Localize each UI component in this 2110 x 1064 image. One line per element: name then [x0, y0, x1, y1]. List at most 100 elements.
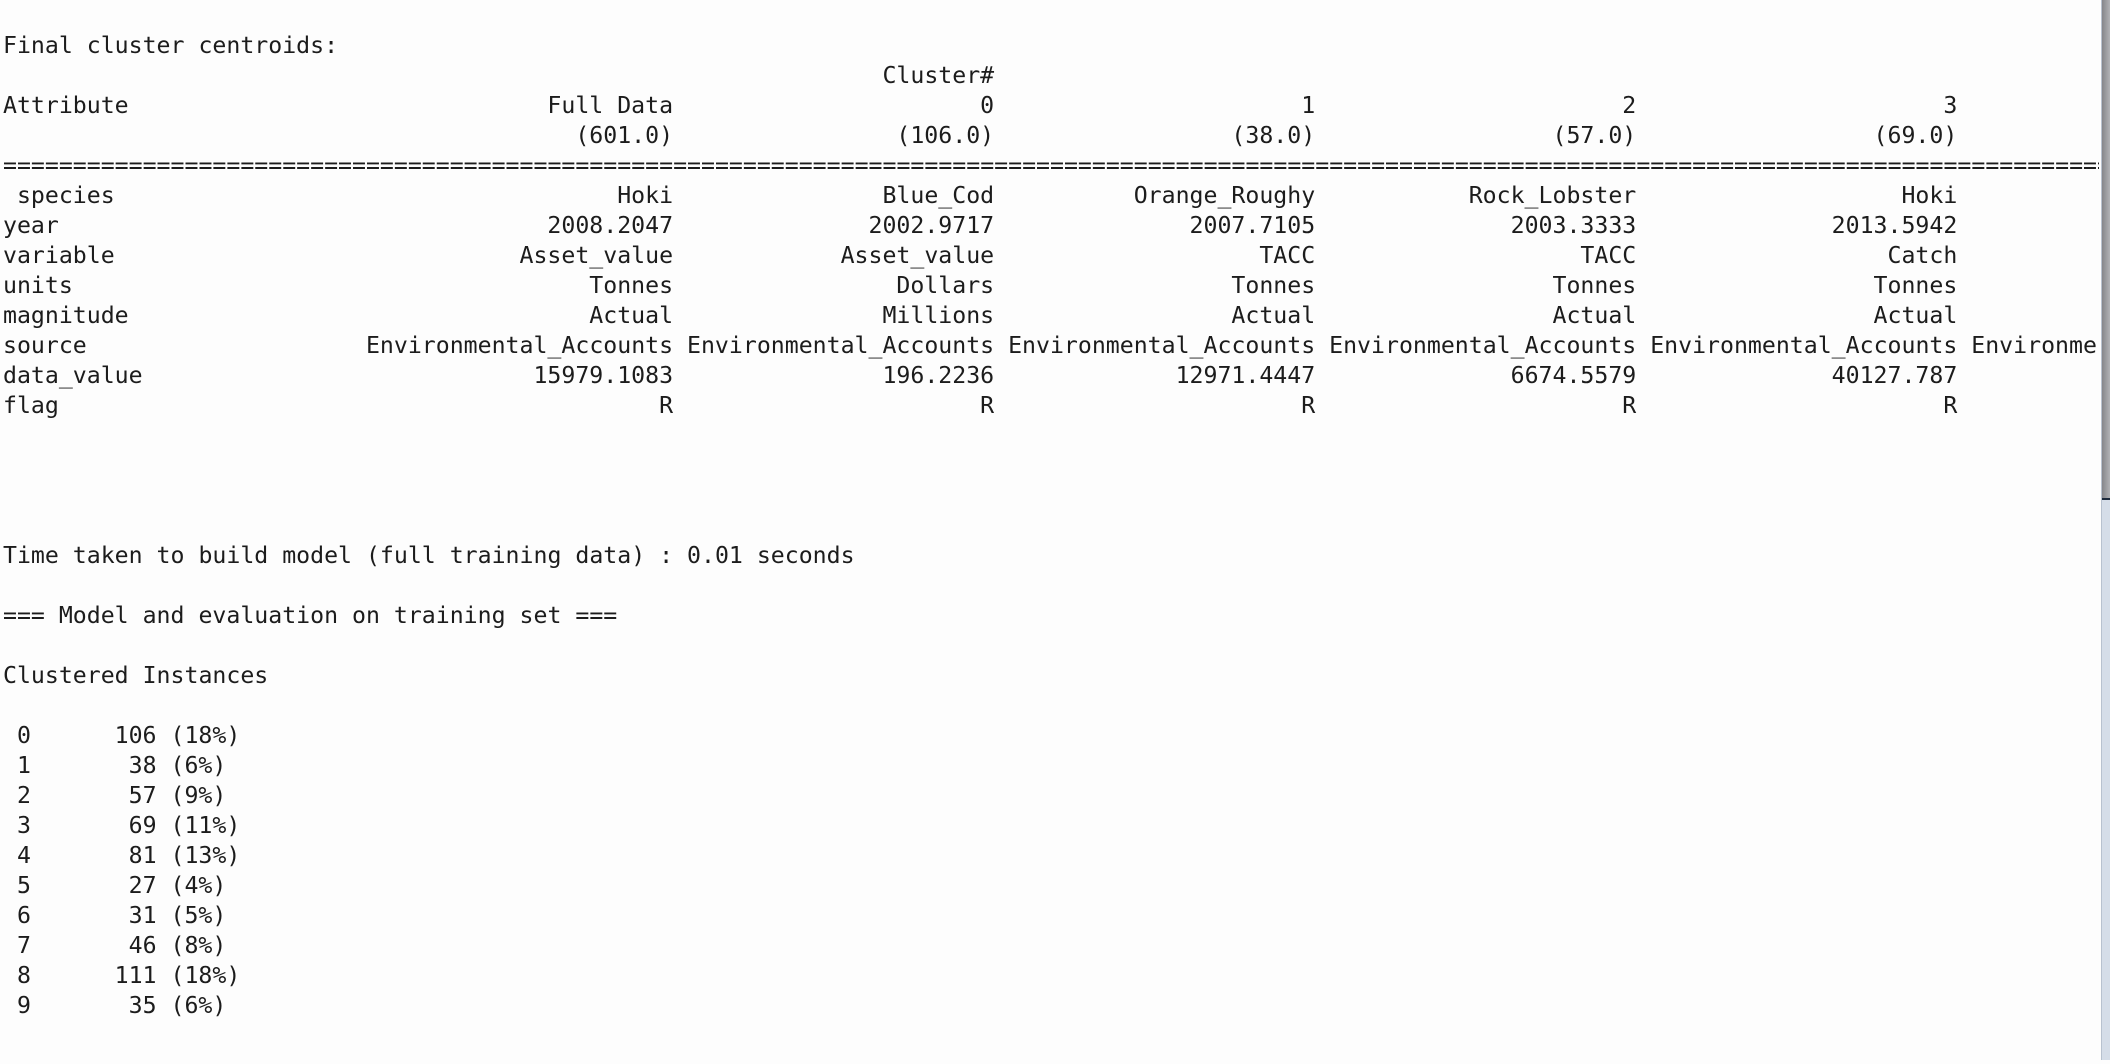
cluster-index: 7: [16, 932, 31, 959]
centroid-value: Hoki: [617, 182, 674, 209]
centroid-value: Actual: [1231, 302, 1316, 329]
centroid-value: Blue_Cod: [882, 182, 995, 209]
centroid-value: R: [1301, 392, 1316, 419]
cluster-index: 8: [16, 962, 31, 989]
cluster-percent: 18%: [157, 961, 226, 991]
cluster-number-header: Cluster#: [882, 62, 995, 89]
cluster-index: 6: [16, 902, 31, 929]
cluster-percent: 5%: [157, 901, 212, 931]
column-count: (57.0): [1552, 122, 1637, 149]
evaluation-header: === Model and evaluation on training set…: [3, 602, 618, 629]
clustered-instance-row: 9 356%: [3, 991, 2099, 1021]
attribute-name: units: [3, 272, 73, 299]
cluster-index: 1: [16, 752, 31, 779]
centroid-value: 2008.2047: [547, 212, 674, 239]
clusterer-output-text[interactable]: Final cluster centroids: Cluster# Attrib…: [3, 31, 2099, 1021]
attribute-name: magnitude: [3, 302, 129, 329]
centroid-value: Orange_Roughy: [1133, 182, 1316, 209]
attribute-name: flag: [3, 392, 59, 419]
centroid-value: R: [659, 392, 674, 419]
time-taken-text: Time taken to build model (full training…: [3, 542, 855, 569]
column-label: 3: [1943, 92, 1958, 119]
attribute-name: data_value: [3, 362, 143, 389]
cluster-index: 9: [16, 992, 31, 1019]
vertical-scrollbar[interactable]: [2101, 0, 2110, 1060]
centroid-value: Actual: [1873, 302, 1958, 329]
centroid-value: 196.2236: [882, 362, 995, 389]
centroid-row: variable Asset_value Asset_value TACC TACC Ca…: [3, 241, 2099, 271]
centroid-value: Environmental_Accounts: [365, 332, 674, 359]
clustered-instance-row: 4 8113%: [3, 841, 2099, 871]
centroid-value: 12971.4447: [1175, 362, 1316, 389]
centroid-value: Environmental_Accounts: [687, 332, 995, 359]
column-count-row: (601.0) (106.0) (38.0) (57.0) (69.0): [3, 121, 2099, 151]
clustered-instance-row: 8 11118%: [3, 961, 2099, 991]
clustered-instance-row: 3 6911%: [3, 811, 2099, 841]
cluster-count: 69: [128, 812, 157, 839]
cluster-count: 81: [128, 842, 157, 869]
centroid-value: TACC: [1259, 242, 1316, 269]
cluster-percent: 9%: [157, 781, 212, 811]
clustered-instance-row: 1 386%: [3, 751, 2099, 781]
clustered-instances-header: Clustered Instances: [3, 662, 269, 689]
cluster-count: 111: [114, 962, 157, 989]
cluster-percent: 13%: [157, 841, 226, 871]
column-label: 0: [980, 92, 995, 119]
centroid-value: Dollars: [896, 272, 995, 299]
centroid-value: Actual: [589, 302, 674, 329]
centroid-value: Asset_value: [519, 242, 674, 269]
cluster-count: 57: [128, 782, 157, 809]
cluster-index: 4: [16, 842, 31, 869]
cluster-header-row: Cluster#: [3, 61, 2099, 91]
centroid-value-truncated: Environme: [1971, 332, 2097, 359]
cluster-index: 5: [16, 872, 31, 899]
centroid-row: source Environmental_Accounts Environmenta…: [3, 331, 2099, 361]
centroid-value: Catch: [1887, 242, 1958, 269]
centroid-row: magnitude Actual Millions Actual Actual Actua…: [3, 301, 2099, 331]
column-label: 2: [1622, 92, 1637, 119]
cluster-count: 31: [128, 902, 157, 929]
centroid-value: 40127.787: [1831, 362, 1958, 389]
centroid-row: units Tonnes Dollars Tonnes Tonnes Tonnes: [3, 271, 2099, 301]
cluster-count: 38: [128, 752, 157, 779]
cluster-percent: 4%: [157, 871, 212, 901]
clustered-instance-row: 7 468%: [3, 931, 2099, 961]
centroid-value: Asset_value: [840, 242, 995, 269]
column-label-row: Attribute Full Data 0 1 2 3: [3, 91, 2099, 121]
cluster-count: 106: [114, 722, 157, 749]
centroid-value: Millions: [882, 302, 995, 329]
cluster-index: 2: [16, 782, 31, 809]
centroid-value: TACC: [1580, 242, 1637, 269]
centroid-value: 2003.3333: [1510, 212, 1637, 239]
column-count: (106.0): [896, 122, 995, 149]
cluster-count: 27: [128, 872, 157, 899]
centroid-value: R: [980, 392, 995, 419]
centroids-title: Final cluster centroids:: [3, 32, 339, 59]
cluster-percent: 8%: [157, 931, 212, 961]
separator-line: ========================================…: [3, 152, 2099, 179]
column-count: (38.0): [1231, 122, 1316, 149]
attribute-name: source: [3, 332, 87, 359]
cluster-count: 35: [128, 992, 157, 1019]
column-count: (69.0): [1873, 122, 1958, 149]
centroid-value: Environmental_Accounts: [1008, 332, 1316, 359]
attribute-name: variable: [3, 242, 115, 269]
centroid-value: Tonnes: [1231, 272, 1316, 299]
clustered-instance-row: 5 274%: [3, 871, 2099, 901]
centroid-row: year 2008.2047 2002.9717 2007.7105 2003.3333…: [3, 211, 2099, 241]
scrollbar-thumb[interactable]: [2102, 0, 2110, 501]
centroid-value: Tonnes: [589, 272, 674, 299]
centroid-value: Hoki: [1901, 182, 1958, 209]
cluster-count: 46: [128, 932, 157, 959]
cluster-index: 3: [16, 812, 31, 839]
centroid-value: Actual: [1552, 302, 1637, 329]
centroid-row: species Hoki Blue_Cod Orange_Roughy Rock_Lob…: [3, 181, 2099, 211]
column-count: (601.0): [575, 122, 674, 149]
clustered-instance-row: 0 10618%: [3, 721, 2099, 751]
centroid-value: 15979.1083: [533, 362, 674, 389]
centroid-value: Tonnes: [1552, 272, 1637, 299]
clustered-instance-row: 2 579%: [3, 781, 2099, 811]
cluster-percent: 6%: [157, 991, 212, 1021]
attribute-name: year: [3, 212, 59, 239]
cluster-percent: 6%: [157, 751, 212, 781]
